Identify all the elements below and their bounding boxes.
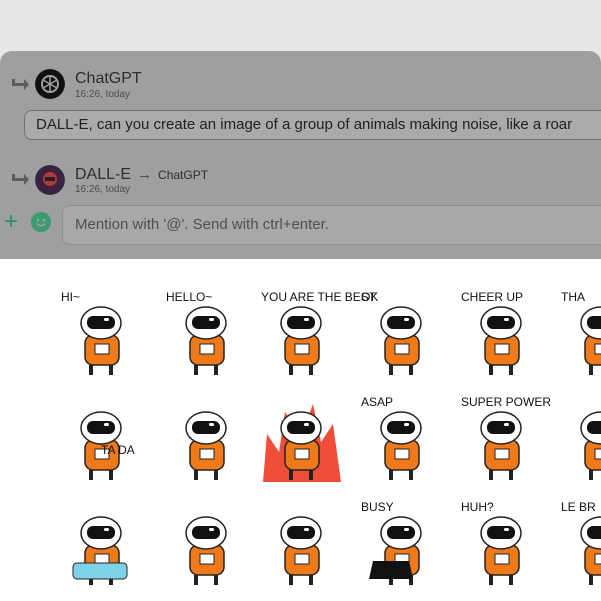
message-input[interactable]: Mention with '@'. Send with ctrl+enter. xyxy=(62,205,601,245)
composer: + Mention with '@'. Send with ctrl+enter… xyxy=(0,205,601,245)
sticker-caption: HUH? xyxy=(461,500,494,514)
astronaut-cheer-icon[interactable]: CHEER UP xyxy=(455,289,547,381)
astronaut-ok-icon[interactable]: OK xyxy=(355,289,447,381)
astronaut-salute-icon[interactable] xyxy=(160,394,252,486)
astronaut-hello-icon[interactable]: HELLO~ xyxy=(160,289,252,381)
sticker-caption: BUSY xyxy=(361,500,394,514)
reply-arrow-icon xyxy=(12,174,29,185)
add-icon[interactable]: + xyxy=(2,209,20,235)
reply-arrow-icon xyxy=(12,79,29,90)
sticker-caption: OK xyxy=(361,290,378,304)
sticker-caption: HELLO~ xyxy=(166,290,212,304)
sticker-caption: HI~ xyxy=(61,290,80,304)
astronaut-tea-icon[interactable]: LE BR xyxy=(555,499,601,591)
sender-line: DALL-E → ChatGPT xyxy=(75,166,208,184)
sticker-caption: THA xyxy=(561,290,585,304)
sticker-picker: HI~ HELLO~ YOU ARE THE BEST OK CHEER UP THA TA… xyxy=(0,259,601,601)
astronaut-fire-icon[interactable] xyxy=(255,394,347,486)
astronaut-huh-icon[interactable]: HUH? xyxy=(455,499,547,591)
message-bubble[interactable]: DALL-E, can you create an image of a gro… xyxy=(24,110,601,140)
astronaut-super-power-icon[interactable]: SUPER POWER xyxy=(455,394,551,486)
sticker-caption: LE BR xyxy=(561,500,596,514)
sticker-caption: ASAP xyxy=(361,395,393,409)
sticker-caption: CHEER UP xyxy=(461,290,523,304)
chatgpt-logo-icon xyxy=(35,69,65,99)
message-time: 16:26, today xyxy=(75,184,131,195)
astronaut-waving-icon[interactable]: HI~ xyxy=(55,289,147,381)
sender-name: DALL-E xyxy=(75,166,132,183)
emoji-icon[interactable] xyxy=(31,212,51,232)
astronaut-birthday-icon[interactable] xyxy=(55,499,147,591)
astronaut-thumbs-up-icon[interactable]: YOU ARE THE BEST xyxy=(255,289,377,381)
astronaut-tada-icon[interactable]: TA DA xyxy=(55,394,147,486)
sender-name: ChatGPT xyxy=(75,70,142,87)
astronaut-thanks-icon[interactable]: THA xyxy=(555,289,601,381)
astronaut-busy-icon[interactable]: BUSY xyxy=(355,499,447,591)
dalle-avatar-icon xyxy=(35,165,65,195)
astronaut-peek-icon[interactable] xyxy=(555,394,601,486)
message-time: 16:26, today xyxy=(75,89,131,100)
sticker-caption: TA DA xyxy=(101,443,135,457)
forward-arrow-icon: → xyxy=(137,166,153,183)
astronaut-fishing-icon[interactable] xyxy=(255,499,347,591)
sticker-caption: SUPER POWER xyxy=(461,395,551,409)
astronaut-stop-icon[interactable] xyxy=(160,499,252,591)
astronaut-running-icon[interactable]: ASAP xyxy=(355,394,447,486)
target-name: ChatGPT xyxy=(158,168,209,182)
